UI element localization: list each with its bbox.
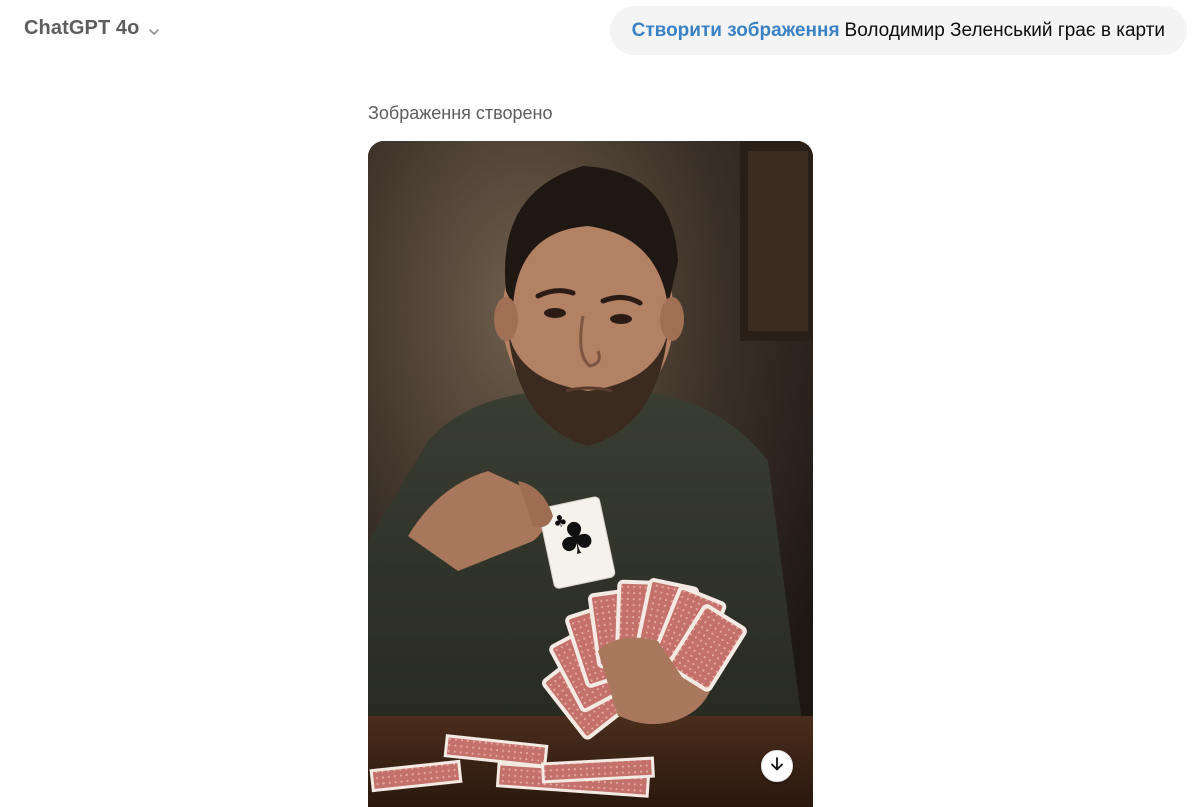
arrow-down-icon <box>769 756 785 777</box>
user-message-bubble: Створити зображення Володимир Зеленський… <box>609 6 1187 55</box>
model-switcher[interactable]: ChatGPT 4o <box>24 17 161 40</box>
user-prompt-text: Володимир Зеленський грає в карти <box>844 19 1165 41</box>
download-button[interactable] <box>761 750 793 782</box>
chevron-down-icon <box>147 22 161 36</box>
tool-label: Створити зображення <box>631 19 840 41</box>
generated-image[interactable]: ♣ ♣ <box>368 141 813 807</box>
model-name: ChatGPT 4o <box>24 17 140 39</box>
image-status-text: Зображення створено <box>368 103 553 123</box>
generated-image-picture: ♣ ♣ <box>368 141 813 807</box>
